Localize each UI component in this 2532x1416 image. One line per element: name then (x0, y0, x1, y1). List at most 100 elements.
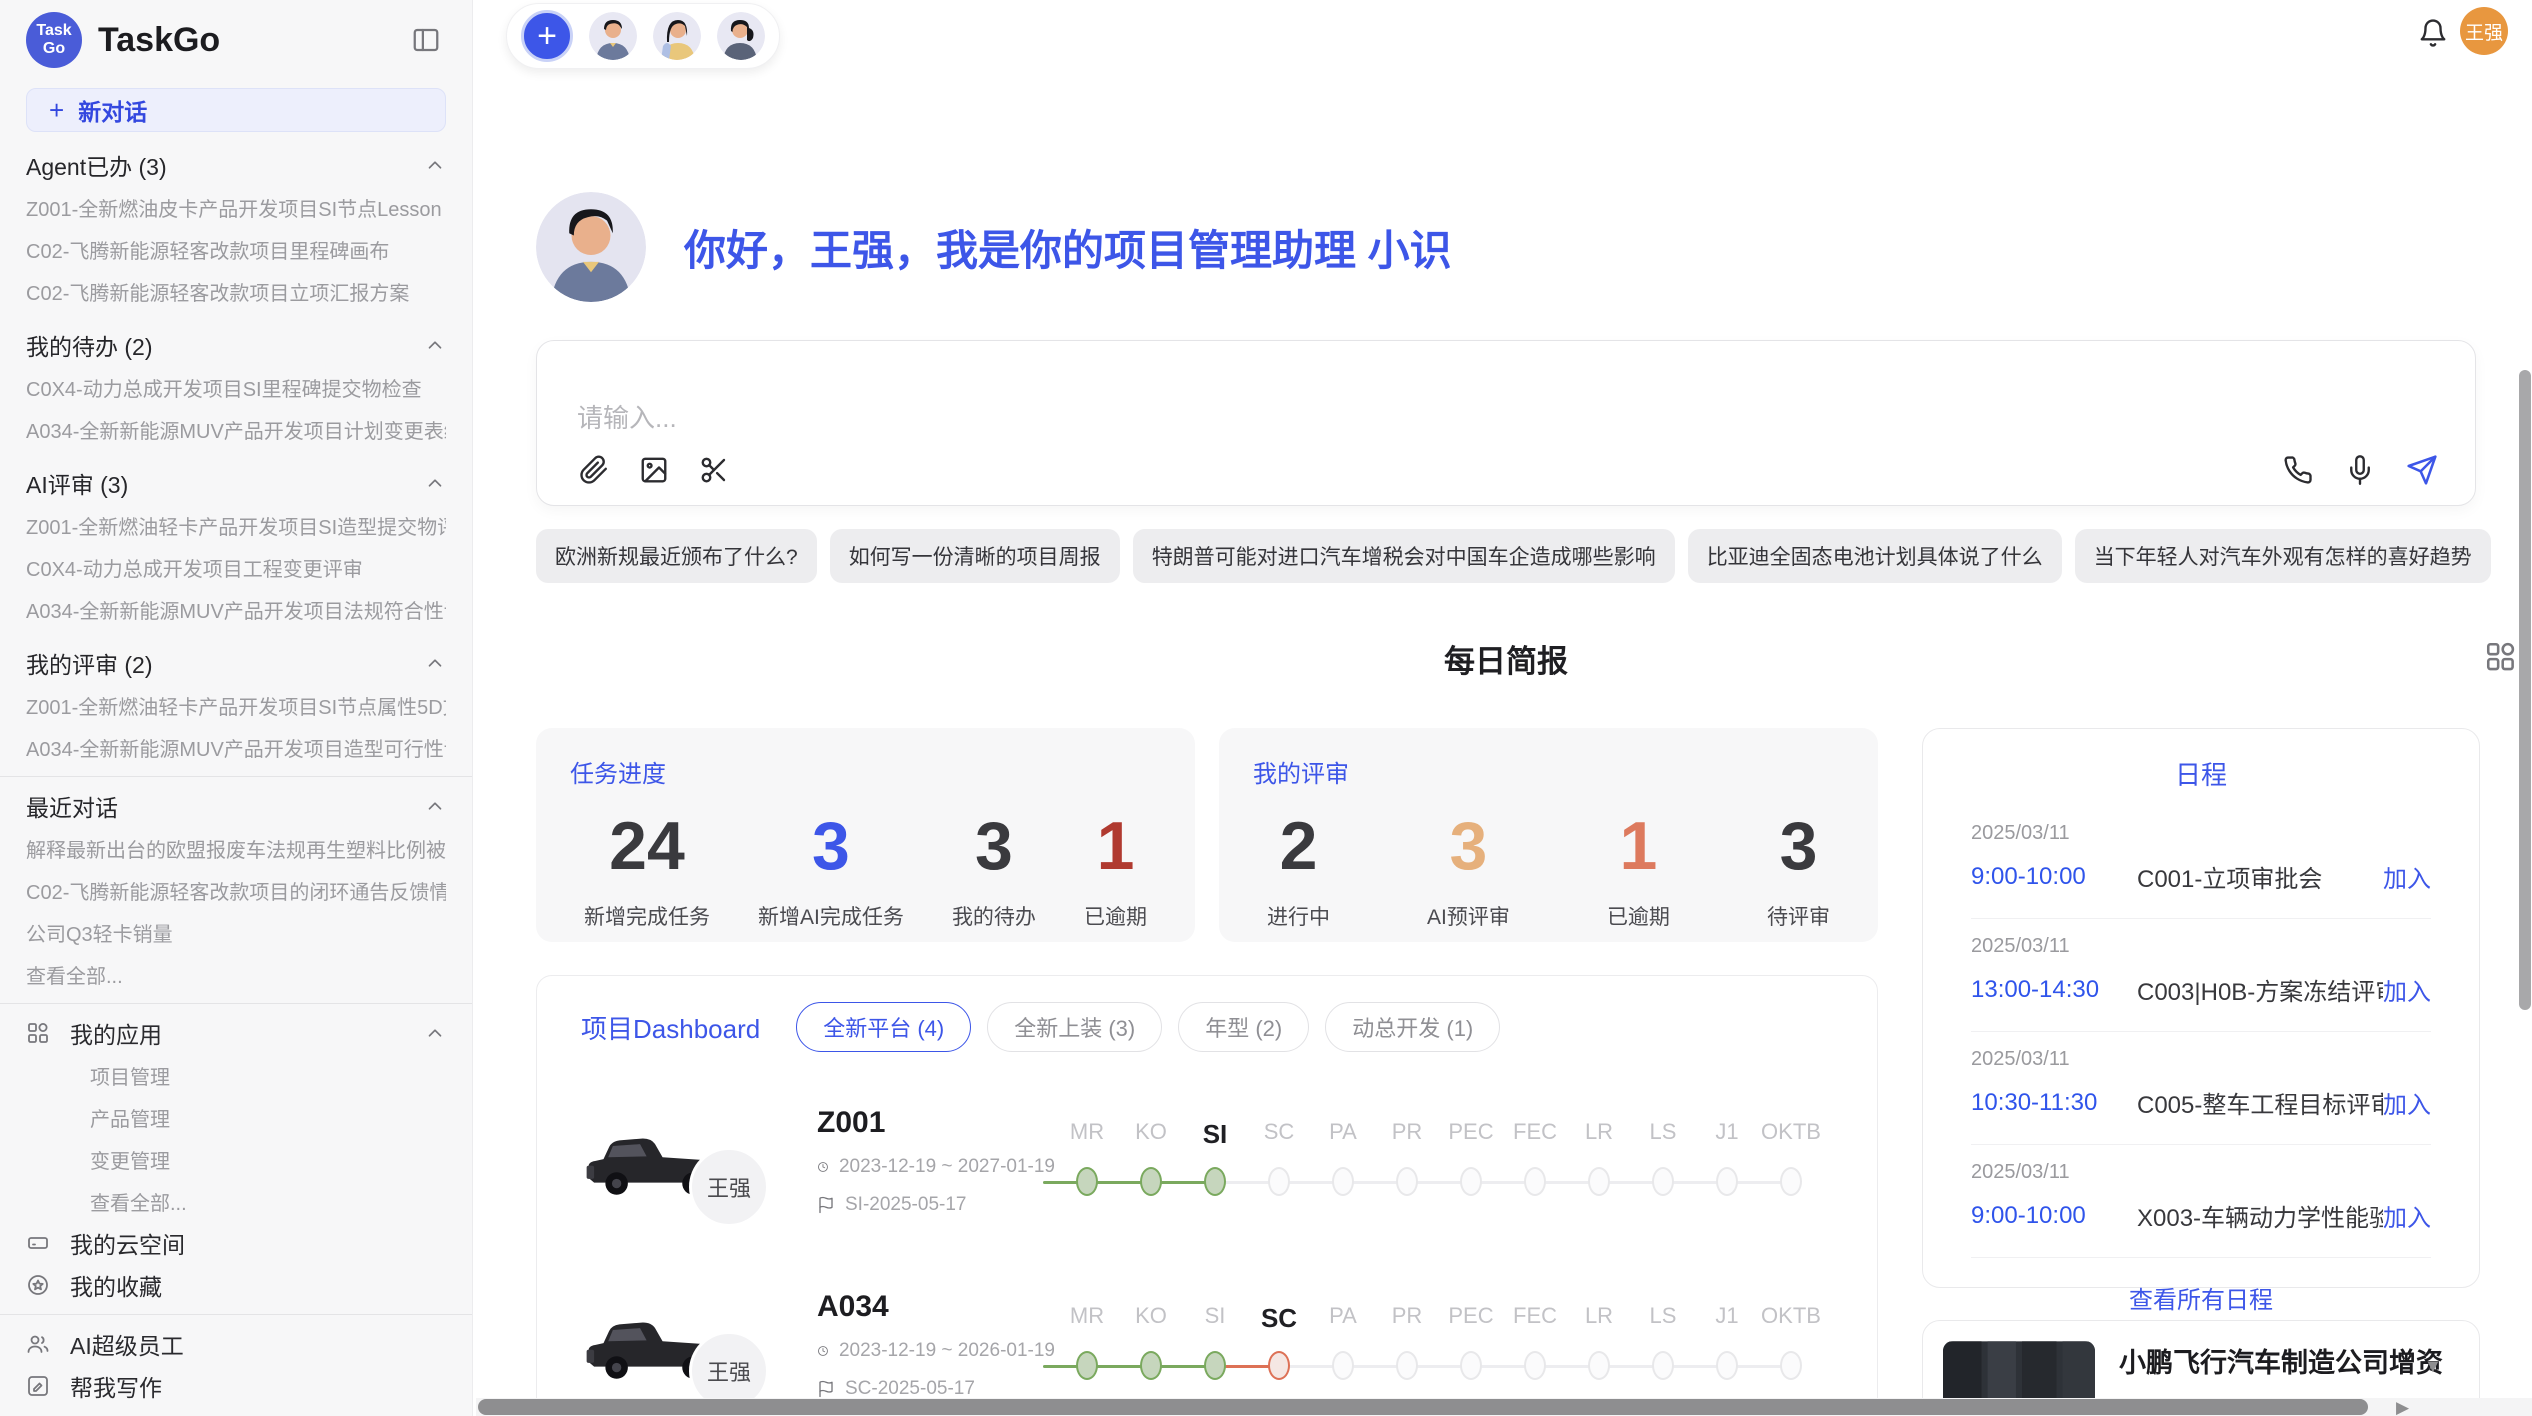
chevron-up-icon[interactable] (424, 652, 446, 674)
view-all-apps[interactable]: 查看全部... (26, 1180, 446, 1222)
list-item[interactable]: C0X4-动力总成开发项目SI里程碑提交物检查 (26, 366, 446, 408)
sidebar-item-product-mgmt[interactable]: 产品管理 (26, 1096, 446, 1138)
chevron-up-icon[interactable] (424, 154, 446, 176)
schedule-title: 日程 (1971, 755, 2431, 792)
list-item[interactable]: Z001-全新燃油轻卡产品开发项目SI节点属性5D文件评审 (26, 684, 446, 726)
list-item[interactable]: Z001-全新燃油皮卡产品开发项目SI节点Lesson Learn报告 (26, 186, 446, 228)
list-item[interactable]: C02-飞腾新能源轻客改款项目的闭环通告反馈情况 (26, 869, 446, 911)
microphone-icon[interactable] (2343, 453, 2377, 487)
add-agent-button[interactable]: + (521, 10, 573, 62)
plus-icon: + (49, 95, 64, 126)
project-milestone-date: SC-2025-05-17 (845, 1378, 975, 1400)
attach-file-icon[interactable] (577, 453, 611, 487)
list-item[interactable]: 解释最新出台的欧盟报废车法规再生塑料比例被调至15%... (26, 827, 446, 869)
project-code: Z001 (817, 1106, 1055, 1140)
sidebar-item-project-mgmt[interactable]: 项目管理 (26, 1054, 446, 1096)
divider (0, 1314, 472, 1315)
join-meeting-link[interactable]: 加入 (2383, 859, 2431, 894)
stat-pending-review: 3 待评审 (1767, 807, 1830, 931)
join-meeting-link[interactable]: 加入 (2383, 972, 2431, 1007)
star-circle-icon (26, 1272, 52, 1298)
list-item[interactable]: Z001-全新燃油轻卡产品开发项目SI造型提交物评审 (26, 504, 446, 546)
sidebar-item-my-apps[interactable]: 我的应用 (26, 1012, 446, 1054)
collapse-sidebar-icon[interactable] (406, 20, 446, 60)
join-meeting-link[interactable]: 加入 (2383, 1085, 2431, 1120)
project-row-a034[interactable]: 王强 A034 2023-12-19 ~ 2026-01-19 SC-2025-… (581, 1270, 1853, 1416)
view-all-recent[interactable]: 查看全部... (26, 953, 446, 995)
dashboard-title: 项目Dashboard (581, 1009, 760, 1046)
schedule-item: 2025/03/11 13:00-14:30 C003|H0B-方案冻结评审 加… (1971, 919, 2431, 1032)
chevron-up-icon[interactable] (424, 334, 446, 356)
briefing-layout-icon[interactable] (2484, 640, 2518, 679)
horizontal-scrollbar-thumb[interactable] (478, 1399, 2368, 1415)
project-row-z001[interactable]: 王强 Z001 2023-12-19 ~ 2027-01-19 SI-2025-… (581, 1086, 1853, 1236)
tab-model-year[interactable]: 年型 (2) (1178, 1002, 1309, 1052)
suggestion-chip[interactable]: 如何写一份清晰的项目周报 (830, 529, 1120, 583)
card-title: 任务进度 (570, 754, 1161, 789)
list-item[interactable]: C02-飞腾新能源轻客改款项目立项汇报方案 (26, 270, 446, 312)
users-icon (26, 1331, 52, 1357)
list-item[interactable]: 公司Q3轻卡销量 (26, 911, 446, 953)
view-all-schedule-link[interactable]: 查看所有日程 (1971, 1280, 2431, 1315)
project-code: A034 (817, 1290, 1055, 1324)
sidebar-item-ai-super-staff[interactable]: AI超级员工 (26, 1323, 446, 1365)
list-item[interactable]: C0X4-动力总成开发项目工程变更评审 (26, 546, 446, 588)
cloud-drive-icon (26, 1230, 52, 1256)
agent-switcher: + (506, 3, 780, 69)
notifications-bell-icon[interactable] (2418, 18, 2448, 53)
section-my-review[interactable]: 我的评审 (2) (26, 642, 446, 684)
section-ai-review[interactable]: AI评审 (3) (26, 462, 446, 504)
app-name: TaskGo (98, 21, 406, 60)
my-review-card: 我的评审 2 进行中 3 AI预评审 1 已逾期 3 待评审 (1219, 728, 1878, 942)
tab-new-body[interactable]: 全新上装 (3) (987, 1002, 1162, 1052)
sidebar: Task Go TaskGo + 新对话 Agent已办 (3) Z001-全新… (0, 0, 473, 1416)
scissors-icon[interactable] (697, 453, 731, 487)
agent-avatar-2[interactable] (653, 12, 701, 60)
send-icon[interactable] (2405, 453, 2439, 487)
write-icon (26, 1373, 52, 1399)
milestone-track: MRKO SISC PAPR PECFEC LRLS J1OKTB (1055, 1119, 1827, 1204)
section-recent-chats[interactable]: 最近对话 (26, 785, 446, 827)
join-meeting-link[interactable]: 加入 (2383, 1198, 2431, 1233)
tab-new-platform[interactable]: 全新平台 (4) (796, 1002, 971, 1052)
suggestion-chip[interactable]: 比亚迪全固态电池计划具体说了什么 (1688, 529, 2062, 583)
sidebar-item-help-me-write[interactable]: 帮我写作 (26, 1365, 446, 1407)
scroll-down-arrow-icon[interactable]: ▼ (2424, 1356, 2442, 1377)
stat-new-done: 24 新增完成任务 (584, 807, 710, 931)
sidebar-item-cloud-space[interactable]: 我的云空间 (26, 1222, 446, 1264)
chevron-up-icon[interactable] (424, 795, 446, 817)
sidebar-item-creative-drawing[interactable]: 创意制图 (26, 1407, 446, 1416)
chat-input[interactable] (577, 403, 1977, 434)
new-chat-button[interactable]: + 新对话 (26, 88, 446, 132)
logo-line2: Go (43, 40, 65, 58)
suggestion-chip[interactable]: 当下年轻人对汽车外观有怎样的喜好趋势 (2075, 529, 2491, 583)
list-item[interactable]: A034-全新新能源MUV产品开发项目造型可行性评审 (26, 726, 446, 768)
stat-review-overdue: 1 已逾期 (1607, 807, 1670, 931)
new-chat-label: 新对话 (78, 93, 147, 127)
flag-icon (817, 1380, 835, 1398)
phone-call-icon[interactable] (2281, 453, 2315, 487)
user-avatar[interactable]: 王强 (2460, 7, 2508, 55)
suggestion-chip[interactable]: 特朗普可能对进口汽车增税会对中国车企造成哪些影响 (1133, 529, 1675, 583)
list-item[interactable]: C02-飞腾新能源轻客改款项目里程碑画布 (26, 228, 446, 270)
section-agent-done[interactable]: Agent已办 (3) (26, 144, 446, 186)
sidebar-item-favorites[interactable]: 我的收藏 (26, 1264, 446, 1306)
project-dates: 2023-12-19 ~ 2027-01-19 (839, 1156, 1055, 1178)
vertical-scrollbar-thumb[interactable] (2519, 370, 2531, 1010)
suggestion-chip[interactable]: 欧洲新规最近颁布了什么? (536, 529, 817, 583)
scroll-right-arrow-icon[interactable]: ▶ (2396, 1398, 2409, 1416)
agent-avatar-3[interactable] (717, 12, 765, 60)
sidebar-item-change-mgmt[interactable]: 变更管理 (26, 1138, 446, 1180)
chevron-up-icon[interactable] (424, 1022, 446, 1044)
section-my-todo[interactable]: 我的待办 (2) (26, 324, 446, 366)
owner-avatar: 王强 (689, 1147, 769, 1227)
schedule-item: 2025/03/11 9:00-10:00 C001-立项审批会 加入 (1971, 806, 2431, 919)
card-title: 我的评审 (1253, 754, 1844, 789)
list-item[interactable]: A034-全新新能源MUV产品开发项目计划变更表编写 (26, 408, 446, 450)
briefing-stats: 任务进度 24 新增完成任务 3 新增AI完成任务 3 我的待办 1 已逾期 (536, 728, 1878, 942)
list-item[interactable]: A034-全新新能源MUV产品开发项目法规符合性评审 (26, 588, 446, 630)
chevron-up-icon[interactable] (424, 472, 446, 494)
tab-powertrain[interactable]: 动总开发 (1) (1325, 1002, 1500, 1052)
agent-avatar-1[interactable] (589, 12, 637, 60)
image-icon[interactable] (637, 453, 671, 487)
